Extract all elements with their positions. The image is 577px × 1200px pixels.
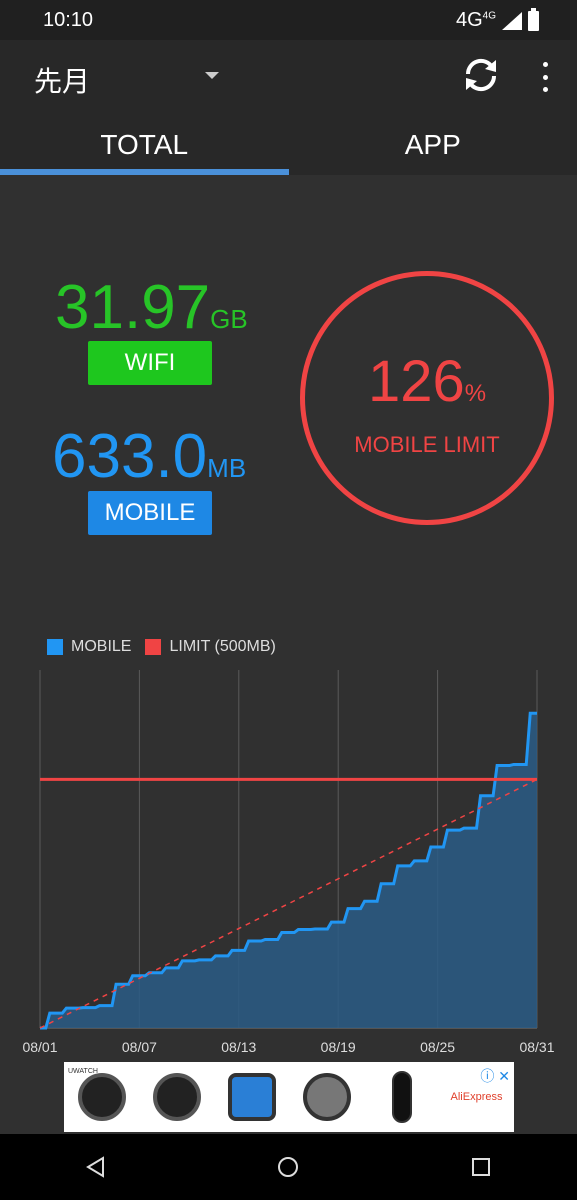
legend-label-mobile: MOBILE — [71, 638, 132, 655]
home-icon[interactable] — [273, 1152, 303, 1182]
x-tick-label: 08/07 — [122, 1039, 157, 1055]
toolbar: 先月 — [0, 40, 577, 115]
usage-chart: 08/01 08/07 08/13 08/19 08/25 08/31 — [22, 670, 555, 1055]
ad-product[interactable]: UWATCH — [64, 1062, 139, 1132]
status-icons: 4G4G — [456, 7, 539, 32]
ad-product[interactable] — [364, 1062, 439, 1132]
mobile-usage-unit: MB — [207, 453, 247, 483]
tab-total[interactable]: TOTAL — [0, 115, 289, 175]
legend-swatch-mobile — [47, 639, 63, 655]
recents-icon[interactable] — [466, 1152, 496, 1182]
refresh-icon[interactable] — [460, 54, 502, 96]
wifi-usage-unit: GB — [210, 304, 248, 334]
x-tick-label: 08/19 — [321, 1039, 356, 1055]
navigation-bar — [0, 1134, 577, 1200]
network-type-sup: 4G — [482, 10, 496, 22]
network-type-icon: 4G4G — [456, 9, 496, 32]
more-options-icon[interactable] — [535, 62, 555, 92]
wifi-usage-value: 31.97 — [55, 273, 211, 342]
close-icon[interactable]: ⓘ ✕ — [480, 1066, 510, 1086]
mobile-usage-value: 633.0 — [52, 422, 208, 491]
watch-image — [77, 1073, 126, 1121]
period-selector[interactable]: 先月 — [34, 60, 90, 100]
wifi-usage: 31.97GB — [55, 272, 248, 343]
mobile-usage: 633.0MB — [52, 421, 246, 492]
ad-product[interactable] — [214, 1062, 289, 1132]
x-tick-label: 08/01 — [22, 1039, 57, 1055]
watch-image — [152, 1073, 201, 1121]
chart-legend: MOBILE LIMIT (500MB) — [47, 638, 290, 656]
x-tick-label: 08/31 — [519, 1039, 554, 1055]
wifi-button[interactable]: WIFI — [88, 341, 212, 385]
ad-banner[interactable]: UWATCH AliExpress ⓘ ✕ — [64, 1062, 514, 1132]
ad-product[interactable]: AliExpress ⓘ ✕ — [439, 1062, 514, 1132]
legend-item-mobile: MOBILE — [47, 638, 131, 656]
mobile-button[interactable]: MOBILE — [88, 491, 212, 535]
limit-label: MOBILE LIMIT — [354, 432, 500, 457]
signal-icon — [502, 11, 522, 30]
tab-bar: TOTAL APP — [0, 115, 577, 175]
status-bar: 10:10 4G4G — [0, 0, 577, 40]
tab-app[interactable]: APP — [289, 115, 577, 175]
ad-product[interactable] — [139, 1062, 214, 1132]
series-mobile-area — [40, 713, 537, 1028]
chevron-down-icon[interactable] — [205, 72, 219, 79]
limit-percent-unit: % — [464, 380, 487, 407]
watch-image — [227, 1073, 276, 1121]
x-tick-label: 08/13 — [221, 1039, 256, 1055]
legend-swatch-limit — [145, 639, 162, 655]
ad-product[interactable] — [289, 1062, 364, 1132]
limit-percent: 126% — [305, 348, 549, 415]
mobile-limit-ring[interactable]: 126% MOBILE LIMIT — [300, 271, 554, 525]
back-icon[interactable] — [81, 1152, 111, 1182]
battery-icon — [528, 7, 539, 31]
limit-percent-value: 126 — [367, 349, 465, 414]
network-type: 4G — [455, 9, 483, 31]
ad-brand-text: UWATCH — [68, 1068, 98, 1075]
watch-image — [302, 1073, 351, 1121]
band-image — [391, 1071, 412, 1123]
legend-item-limit: LIMIT (500MB) — [145, 638, 276, 656]
ad-brand-text: AliExpress — [450, 1091, 503, 1103]
x-tick-label: 08/25 — [420, 1039, 455, 1055]
legend-label-limit: LIMIT (500MB) — [169, 638, 276, 655]
status-time: 10:10 — [43, 9, 94, 31]
